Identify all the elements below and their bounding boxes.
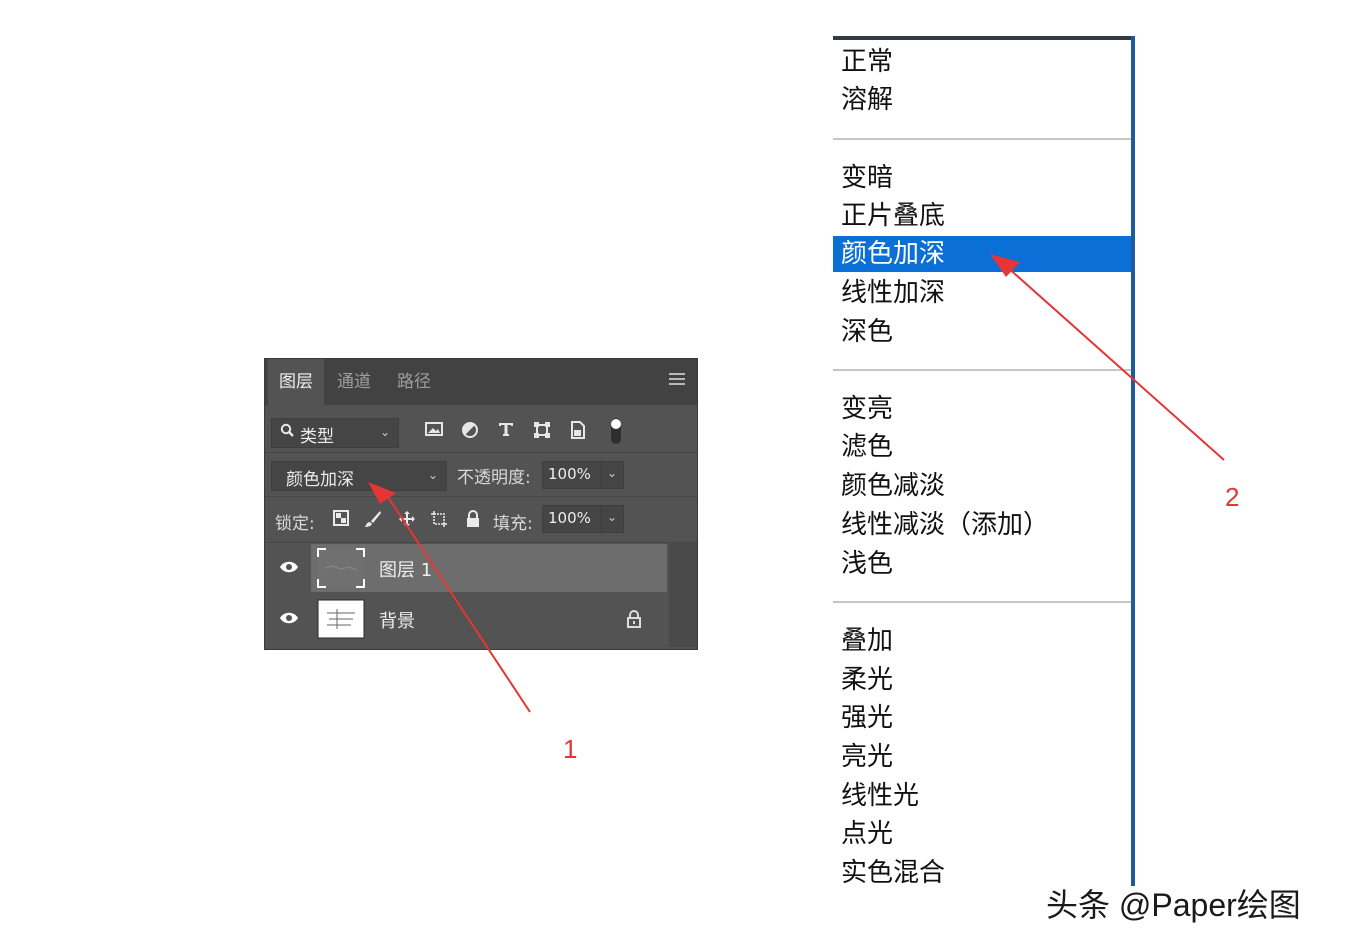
panel-tab-bar: 图层 通道 路径 [265,359,697,405]
tab-layers[interactable]: 图层 [268,359,324,405]
chevron-down-icon: ⌄ [379,425,390,439]
chevron-down-icon[interactable]: ⌄ [607,466,617,480]
layer-name: 图层 1 [379,560,433,581]
menu-top-border [833,36,1135,40]
blend-option-color-burn[interactable]: 颜色加深 [833,236,1131,272]
blend-option-color-dodge[interactable]: 颜色减淡 [833,468,1131,504]
blend-mode-value: 颜色加深 [286,470,354,490]
menu-divider [833,601,1131,603]
blend-option-darker-color[interactable]: 深色 [833,314,1131,350]
lock-all-icon[interactable] [463,510,483,530]
opacity-field[interactable]: 100% ⌄ [542,461,624,489]
opacity-separator [601,462,602,488]
layer-thumbnail [317,548,365,588]
layer-name: 背景 [379,611,415,632]
blend-option-soft-light[interactable]: 柔光 [833,662,1131,698]
lock-row: 锁定: 填充: 100% ⌄ [265,497,697,543]
filter-row: 类型 ⌄ [265,405,697,453]
menu-right-border [1131,36,1135,886]
layers-panel: 图层 通道 路径 类型 ⌄ 颜色加深 ⌄ 不透明度: 100% ⌄ 锁定: 填充… [264,358,698,650]
tab-channels[interactable]: 通道 [326,359,382,405]
opacity-value: 100% [548,465,591,483]
blend-option-linear-burn[interactable]: 线性加深 [833,275,1131,311]
blend-option-screen[interactable]: 滤色 [833,429,1131,465]
lock-artboard-icon[interactable] [429,510,449,530]
blend-option-vivid-light[interactable]: 亮光 [833,739,1131,775]
layers-scrollbar[interactable] [669,543,697,647]
blend-option-linear-dodge[interactable]: 线性减淡（添加） [833,507,1131,543]
fill-separator [601,506,602,532]
blend-option-dissolve[interactable]: 溶解 [833,82,1131,118]
fill-value: 100% [548,509,591,527]
type-filter-icon[interactable] [495,421,517,443]
smart-object-filter-icon[interactable] [567,421,589,443]
blend-option-lighten[interactable]: 变亮 [833,391,1131,427]
pixel-layer-filter-icon[interactable] [423,421,445,443]
opacity-label: 不透明度: [457,468,531,488]
blend-mode-dropdown[interactable]: 颜色加深 ⌄ [271,461,447,491]
visibility-eye-icon[interactable] [279,560,299,574]
menu-divider [833,138,1131,140]
fill-label: 填充: [493,514,533,534]
visibility-eye-icon[interactable] [279,611,299,625]
lock-position-icon[interactable] [397,510,417,530]
lock-label: 锁定: [275,514,315,534]
adjustment-filter-icon[interactable] [459,421,481,443]
menu-divider [833,369,1131,371]
chevron-down-icon[interactable]: ⌄ [607,510,617,524]
lock-paint-brush-icon[interactable] [363,510,383,530]
lock-transparent-icon[interactable] [331,510,351,530]
blend-option-multiply[interactable]: 正片叠底 [833,198,1131,234]
filter-toggle-icon[interactable] [605,417,627,444]
chevron-down-icon: ⌄ [427,468,438,482]
fill-field[interactable]: 100% ⌄ [542,505,624,533]
layer-lock-icon [627,610,641,628]
blend-option-linear-light[interactable]: 线性光 [833,778,1131,814]
shape-filter-icon[interactable] [531,421,553,443]
watermark: 头条 @Paper绘图 [1046,887,1301,923]
tab-paths[interactable]: 路径 [386,359,442,405]
annotation-label-2: 2 [1225,482,1240,512]
filter-kind-dropdown[interactable]: 类型 ⌄ [271,418,399,448]
blend-row: 颜色加深 ⌄ 不透明度: 100% ⌄ [265,453,697,497]
background-thumbnail [317,599,365,639]
filter-kind-label: 类型 [300,427,334,447]
panel-menu-icon[interactable] [669,373,685,389]
layer-row-layer1[interactable]: 图层 1 [265,544,697,594]
blend-option-pin-light[interactable]: 点光 [833,816,1131,852]
blend-option-hard-light[interactable]: 强光 [833,700,1131,736]
layer-row-background[interactable]: 背景 [265,595,697,645]
blend-option-overlay[interactable]: 叠加 [833,623,1131,659]
blend-option-lighter-color[interactable]: 浅色 [833,546,1131,582]
blend-option-normal[interactable]: 正常 [833,44,1131,80]
blend-option-darken[interactable]: 变暗 [833,160,1131,196]
blend-mode-menu: 正常 溶解 变暗 正片叠底 颜色加深 线性加深 深色 变亮 滤色 颜色减淡 线性… [833,36,1135,888]
search-icon [280,423,294,443]
annotation-label-1: 1 [563,734,578,764]
